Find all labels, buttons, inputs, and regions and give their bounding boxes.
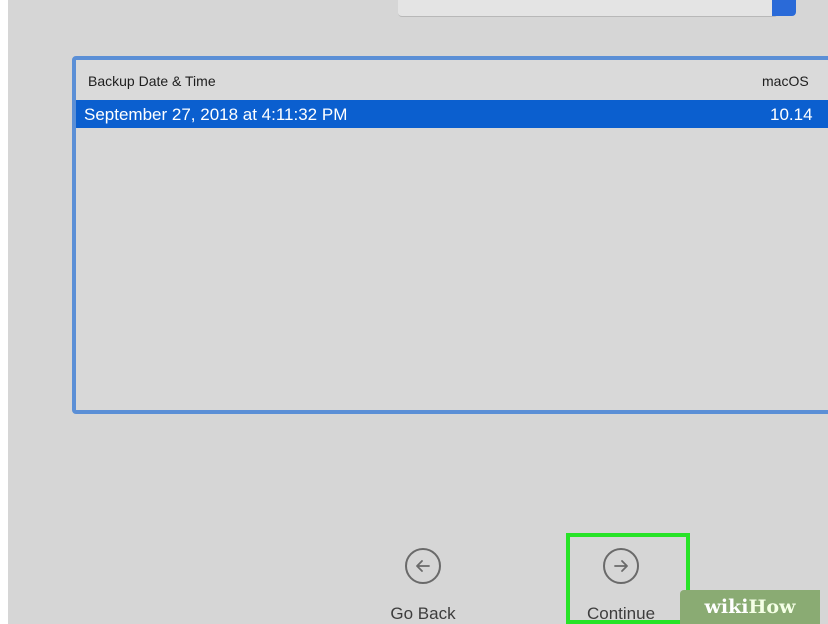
arrow-left-circle-icon — [405, 548, 441, 584]
header-backup-date-time[interactable]: Backup Date & Time — [88, 73, 216, 89]
dropdown-toggle-button[interactable] — [772, 0, 796, 16]
backup-date-time-cell: September 27, 2018 at 4:11:32 PM — [84, 105, 348, 124]
header-macos-version[interactable]: macOS — [762, 73, 809, 89]
table-header: Backup Date & Time macOS — [76, 60, 828, 101]
arrow-right-circle-icon — [603, 548, 639, 584]
disk-selector-dropdown[interactable] — [398, 0, 778, 17]
wikihow-logo-part-a: wiki — [704, 596, 749, 618]
table-row[interactable]: September 27, 2018 at 4:11:32 PM 10.14 — [76, 100, 828, 128]
continue-button[interactable]: Continue — [561, 548, 681, 624]
macos-version-cell: 10.14 — [770, 105, 813, 124]
continue-label: Continue — [586, 604, 656, 623]
wikihow-watermark: wikiHow — [680, 590, 820, 624]
go-back-button[interactable]: Go Back — [363, 548, 483, 624]
go-back-label: Go Back — [390, 604, 456, 623]
wikihow-logo-part-b: How — [748, 596, 796, 618]
wikihow-logo-text: wikiHow — [680, 596, 820, 618]
recovery-window: Backup Date & Time macOS September 27, 2… — [8, 0, 828, 624]
backup-list-table[interactable]: Backup Date & Time macOS September 27, 2… — [72, 56, 828, 414]
